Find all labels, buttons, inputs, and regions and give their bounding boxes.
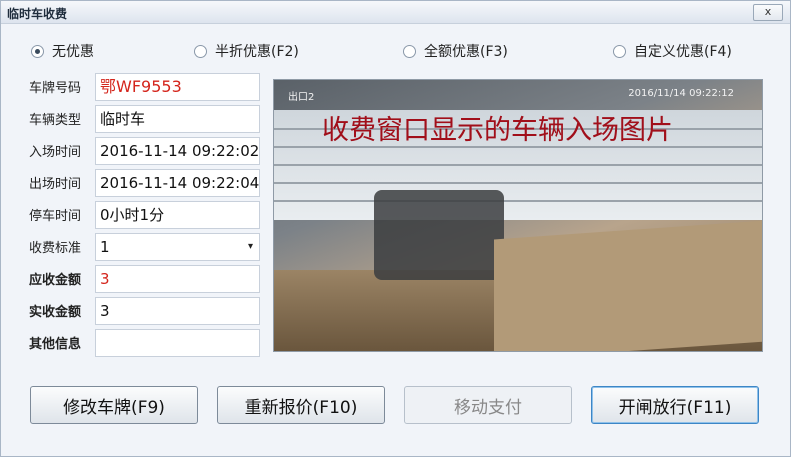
radio-full-discount[interactable]: 全额优惠(F3) — [403, 41, 508, 61]
amount-paid-label: 实收金额 — [29, 305, 82, 320]
entry-photo: 出口2 2016/11/14 09:22:12 收费窗口显示的车辆入场图片 — [273, 79, 763, 352]
photo-blind-slat — [274, 164, 762, 166]
exit-time-label: 出场时间 — [29, 177, 82, 192]
fee-standard-select[interactable]: 1 ▾ — [95, 233, 260, 261]
radio-indicator-icon — [403, 44, 416, 58]
amount-due-field[interactable]: 3 — [95, 265, 260, 293]
radio-indicator-icon — [613, 44, 626, 58]
photo-box — [494, 220, 762, 351]
exit-time-field[interactable]: 2016-11-14 09:22:04 — [95, 169, 260, 197]
other-info-label: 其他信息 — [29, 337, 82, 352]
open-gate-button[interactable]: 开闸放行(F11) — [591, 386, 759, 424]
photo-timestamp: 2016/11/14 09:22:12 — [628, 88, 734, 99]
chevron-down-icon[interactable]: ▾ — [248, 234, 253, 260]
plate-label: 车牌号码 — [29, 81, 82, 96]
title-bar: 临时车收费 x — [1, 1, 790, 24]
vehicle-type-field[interactable]: 临时车 — [95, 105, 260, 133]
radio-half-discount[interactable]: 半折优惠(F2) — [194, 41, 299, 61]
entry-time-field[interactable]: 2016-11-14 09:22:02 — [95, 137, 260, 165]
toll-dialog: 临时车收费 x 无优惠 半折优惠(F2) 全额优惠(F3) 自定义优惠(F4) … — [0, 0, 791, 457]
duration-label: 停车时间 — [29, 209, 82, 224]
photo-overlay-text: 收费窗口显示的车辆入场图片 — [322, 115, 673, 146]
fee-standard-label: 收费标准 — [29, 241, 82, 256]
window-title: 临时车收费 — [7, 7, 68, 21]
radio-label: 全额优惠(F3) — [424, 44, 508, 60]
plate-field[interactable]: 鄂WF9553 — [95, 73, 260, 101]
duration-field[interactable]: 0小时1分 — [95, 201, 260, 229]
camera-label: 出口2 — [288, 92, 315, 103]
radio-label: 无优惠 — [52, 44, 94, 60]
edit-plate-button[interactable]: 修改车牌(F9) — [30, 386, 198, 424]
radio-label: 自定义优惠(F4) — [634, 44, 732, 60]
amount-paid-field[interactable]: 3 — [95, 297, 260, 325]
amount-due-label: 应收金额 — [29, 273, 82, 288]
mobile-pay-button[interactable]: 移动支付 — [404, 386, 572, 424]
vehicle-type-label: 车辆类型 — [29, 113, 82, 128]
photo-blind-slat — [274, 200, 762, 202]
other-info-field[interactable] — [95, 329, 260, 357]
fee-standard-value: 1 — [100, 238, 110, 256]
entry-time-label: 入场时间 — [29, 145, 82, 160]
radio-no-discount[interactable]: 无优惠 — [31, 41, 94, 61]
radio-indicator-icon — [194, 44, 207, 58]
close-icon[interactable]: x — [753, 4, 783, 21]
photo-basket — [374, 190, 504, 280]
photo-blind-slat — [274, 182, 762, 184]
radio-label: 半折优惠(F2) — [215, 44, 299, 60]
requote-button[interactable]: 重新报价(F10) — [217, 386, 385, 424]
radio-indicator-icon — [31, 44, 44, 58]
radio-custom-discount[interactable]: 自定义优惠(F4) — [613, 41, 732, 61]
